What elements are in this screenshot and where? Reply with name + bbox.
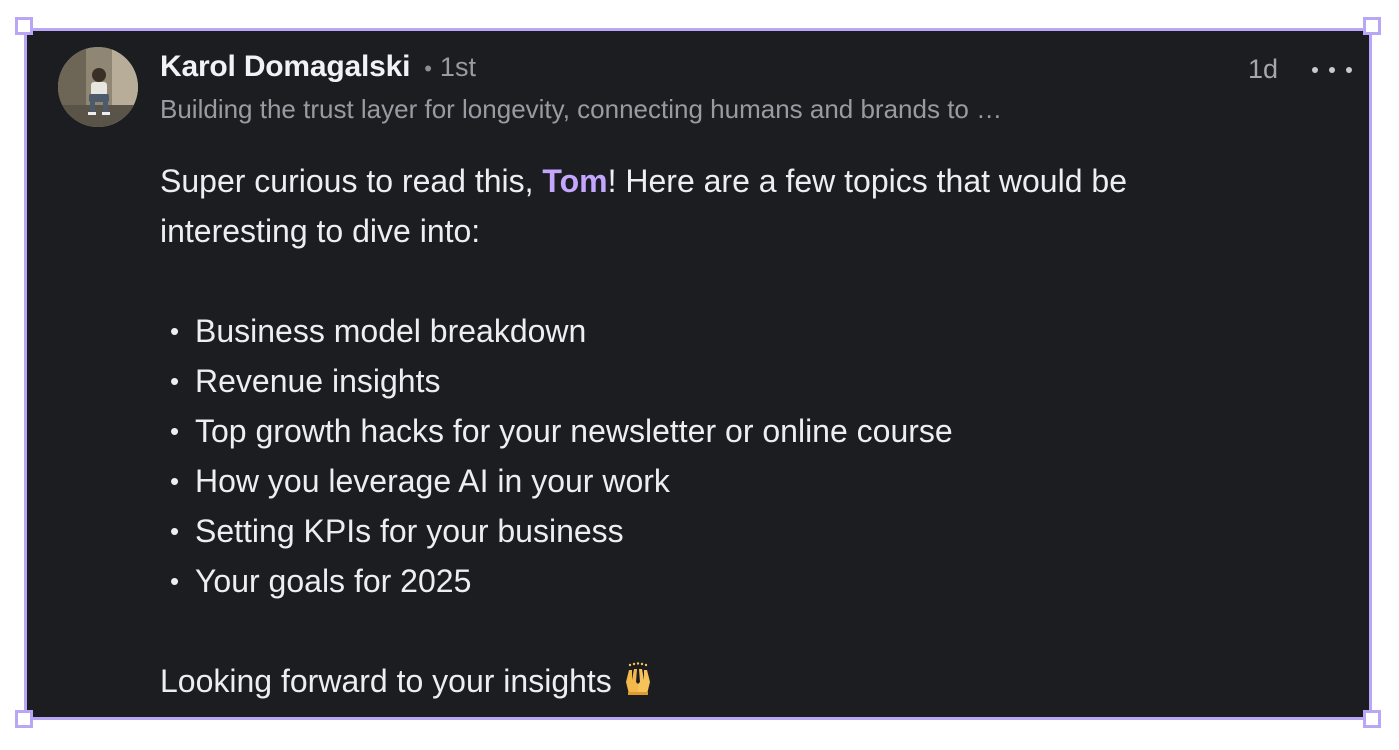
avatar-photo xyxy=(58,47,138,127)
resize-handle-bottom-left[interactable] xyxy=(15,710,33,728)
topics-list: • Business model breakdown • Revenue insig… xyxy=(160,306,1280,606)
bullet: • xyxy=(170,366,180,396)
author-name[interactable]: Karol Domagalski xyxy=(160,50,410,84)
list-item-text: Revenue insights xyxy=(195,363,441,399)
list-item: • Top growth hacks for your newsletter or… xyxy=(160,406,1280,456)
intro-text-before: Super curious to read this, xyxy=(160,163,543,199)
mention-link[interactable]: Tom xyxy=(542,163,607,199)
resize-handle-top-right[interactable] xyxy=(1363,17,1381,35)
resize-handle-top-left[interactable] xyxy=(15,17,33,35)
list-item-text: Setting KPIs for your business xyxy=(195,513,624,549)
more-options-icon[interactable] xyxy=(1312,58,1352,82)
list-item: • Revenue insights xyxy=(160,356,1280,406)
avatar[interactable] xyxy=(58,47,138,127)
bullet: • xyxy=(170,316,180,346)
bullet: • xyxy=(170,516,180,546)
list-item-text: Your goals for 2025 xyxy=(195,563,472,599)
author-headline: Building the trust layer for longevity, … xyxy=(160,94,1003,124)
resize-handle-bottom-right[interactable] xyxy=(1363,710,1381,728)
more-dot xyxy=(1346,67,1352,73)
comment-body: Super curious to read this, Tom! Here ar… xyxy=(160,156,1280,712)
more-dot xyxy=(1329,67,1335,73)
list-item: • Your goals for 2025 xyxy=(160,556,1280,606)
author-row: Karol Domagalski • 1st xyxy=(160,50,476,90)
bullet: • xyxy=(170,566,180,596)
closing-text: Looking forward to your insights xyxy=(160,663,612,699)
list-item-text: Business model breakdown xyxy=(195,313,587,349)
selected-comment-canvas: Karol Domagalski • 1st Building the trus… xyxy=(0,0,1399,750)
comment-intro: Super curious to read this, Tom! Here ar… xyxy=(160,156,1280,256)
list-item: • Business model breakdown xyxy=(160,306,1280,356)
bullet: • xyxy=(170,416,180,446)
list-item-text: Top growth hacks for your newsletter or … xyxy=(195,413,953,449)
list-item: • How you leverage AI in your work xyxy=(160,456,1280,506)
connection-degree: 1st xyxy=(439,52,476,82)
more-dot xyxy=(1312,67,1318,73)
bullet: • xyxy=(170,466,180,496)
degree-separator: • xyxy=(424,56,432,81)
comment-closing: Looking forward to your insights xyxy=(160,656,1280,712)
list-item: • Setting KPIs for your business xyxy=(160,506,1280,556)
comment-timestamp: 1d xyxy=(1248,54,1279,84)
raising-hands-emoji-icon xyxy=(620,662,656,712)
list-item-text: How you leverage AI in your work xyxy=(195,463,670,499)
